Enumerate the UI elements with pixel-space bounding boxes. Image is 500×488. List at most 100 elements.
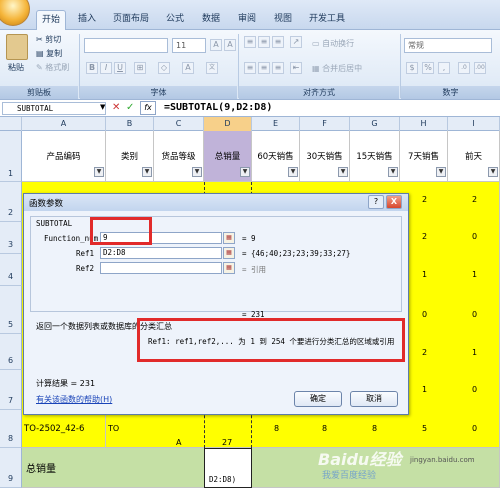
enter-icon[interactable]: ✓ [126, 102, 134, 113]
font-color-icon[interactable]: A [182, 62, 194, 74]
format-painter-button[interactable]: ✎ 格式刷 [36, 62, 69, 73]
ok-button[interactable]: 确定 [294, 391, 342, 407]
filter-dropdown-icon[interactable]: ▼ [338, 167, 348, 177]
cell-i4[interactable]: 1 [472, 270, 477, 279]
font-size-select[interactable]: 11 [172, 38, 206, 53]
cancel-button[interactable]: 取消 [350, 391, 398, 407]
border-icon[interactable]: ⊞ [134, 62, 146, 74]
cell-a8[interactable]: TO-2502_42-6 [24, 424, 84, 434]
office-button[interactable] [0, 0, 30, 26]
align-left-icon[interactable]: ≡ [244, 62, 256, 74]
fill-color-icon[interactable]: ◇ [158, 62, 170, 74]
align-right-icon[interactable]: ≡ [272, 62, 284, 74]
orientation-icon[interactable]: ↗ [290, 36, 302, 48]
cell-i2[interactable]: 2 [472, 195, 477, 204]
row-header[interactable]: 6 [0, 334, 22, 370]
tab-view[interactable]: 视图 [268, 10, 298, 30]
filter-dropdown-icon[interactable]: ▼ [240, 167, 250, 177]
cell-f8[interactable]: 8 [322, 424, 327, 433]
ref1-input[interactable]: D2:D8 [100, 247, 222, 259]
row-header[interactable]: 9 [0, 448, 22, 488]
cell-a9[interactable]: 总销量 [26, 460, 56, 475]
row-header[interactable]: 7 [0, 370, 22, 410]
decrease-indent-icon[interactable]: ⇤ [290, 62, 302, 74]
range-picker-icon[interactable]: ▦ [223, 262, 235, 274]
italic-icon[interactable]: I [100, 62, 112, 74]
row-header[interactable]: 1 [0, 131, 22, 182]
filter-dropdown-icon[interactable]: ▼ [192, 167, 202, 177]
cell-h5[interactable]: 0 [422, 310, 427, 319]
decrease-decimal-icon[interactable]: .00 [474, 62, 486, 74]
cell-h3[interactable]: 2 [422, 232, 427, 241]
currency-icon[interactable]: $ [406, 62, 418, 74]
wrap-text-button[interactable]: ▭ 自动换行 [312, 38, 354, 49]
cell-g8[interactable]: 8 [372, 424, 377, 433]
chevron-down-icon[interactable]: ▼ [100, 103, 105, 111]
tab-home[interactable]: 开始 [36, 10, 66, 30]
shrink-font-icon[interactable]: A [224, 39, 236, 51]
range-picker-icon[interactable]: ▦ [223, 232, 235, 244]
cell-i3[interactable]: 0 [472, 232, 477, 241]
cell-b8[interactable]: TO [108, 424, 119, 433]
cell-h8[interactable]: 5 [422, 424, 427, 433]
merge-center-button[interactable]: ▦ 合并后居中 [312, 63, 362, 74]
filter-dropdown-icon[interactable]: ▼ [436, 167, 446, 177]
percent-icon[interactable]: % [422, 62, 434, 74]
phonetic-icon[interactable]: 文 [206, 62, 218, 74]
tab-developer[interactable]: 开发工具 [304, 10, 350, 30]
number-format-select[interactable]: 常规 [404, 38, 492, 53]
ref2-input[interactable] [100, 262, 222, 274]
range-picker-icon[interactable]: ▦ [223, 247, 235, 259]
filter-dropdown-icon[interactable]: ▼ [94, 167, 104, 177]
tab-page-layout[interactable]: 页面布局 [108, 10, 154, 30]
paste-icon[interactable] [6, 34, 28, 60]
paste-button[interactable]: 粘贴 [8, 62, 24, 73]
formula-input[interactable]: =SUBTOTAL(9,D2:D8) [164, 102, 272, 113]
column-header[interactable]: B [106, 117, 154, 131]
grow-font-icon[interactable]: A [210, 39, 222, 51]
cell-h6[interactable]: 2 [422, 348, 427, 357]
tab-insert[interactable]: 插入 [72, 10, 102, 30]
copy-button[interactable]: ▤ 复制 [36, 48, 62, 59]
cell-h2[interactable]: 2 [422, 195, 427, 204]
comma-icon[interactable]: , [438, 62, 450, 74]
column-header[interactable]: I [448, 117, 500, 131]
align-top-icon[interactable]: ≡ [244, 36, 256, 48]
increase-decimal-icon[interactable]: .0 [458, 62, 470, 74]
cancel-icon[interactable]: ✕ [112, 102, 120, 113]
tab-formulas[interactable]: 公式 [160, 10, 190, 30]
help-icon[interactable]: ? [368, 195, 384, 209]
column-header[interactable]: G [350, 117, 400, 131]
column-header[interactable]: C [154, 117, 204, 131]
row-header[interactable]: 2 [0, 182, 22, 222]
align-middle-icon[interactable]: ≡ [258, 36, 270, 48]
cell-c8[interactable]: A [176, 438, 181, 447]
cell-i6[interactable]: 1 [472, 348, 477, 357]
cell-i7[interactable]: 0 [472, 385, 477, 394]
column-header[interactable]: H [400, 117, 448, 131]
cell-h7[interactable]: 1 [422, 385, 427, 394]
row-header[interactable]: 3 [0, 222, 22, 254]
underline-icon[interactable]: U [114, 62, 126, 74]
name-box[interactable]: SUBTOTAL [2, 102, 106, 115]
cell-i5[interactable]: 0 [472, 310, 477, 319]
filter-dropdown-icon[interactable]: ▼ [142, 167, 152, 177]
help-link[interactable]: 有关该函数的帮助(H) [36, 394, 112, 405]
tab-data[interactable]: 数据 [196, 10, 226, 30]
row-header[interactable]: 5 [0, 286, 22, 334]
font-name-select[interactable] [84, 38, 168, 53]
cell-d8[interactable]: 27 [222, 438, 232, 447]
column-header[interactable]: E [252, 117, 300, 131]
cell-i8[interactable]: 0 [472, 424, 477, 433]
close-icon[interactable]: X [386, 195, 402, 209]
column-header[interactable]: F [300, 117, 350, 131]
column-header-selected[interactable]: D [204, 117, 252, 131]
align-bottom-icon[interactable]: ≡ [272, 36, 284, 48]
cell-d9-editing[interactable]: D2:D8) [204, 448, 252, 488]
cell-e8[interactable]: 8 [274, 424, 279, 433]
fx-button[interactable]: fx [140, 101, 156, 115]
filter-dropdown-icon[interactable]: ▼ [288, 167, 298, 177]
row-header[interactable]: 4 [0, 254, 22, 286]
filter-dropdown-icon[interactable]: ▼ [388, 167, 398, 177]
cut-button[interactable]: ✂ 剪切 [36, 34, 61, 45]
